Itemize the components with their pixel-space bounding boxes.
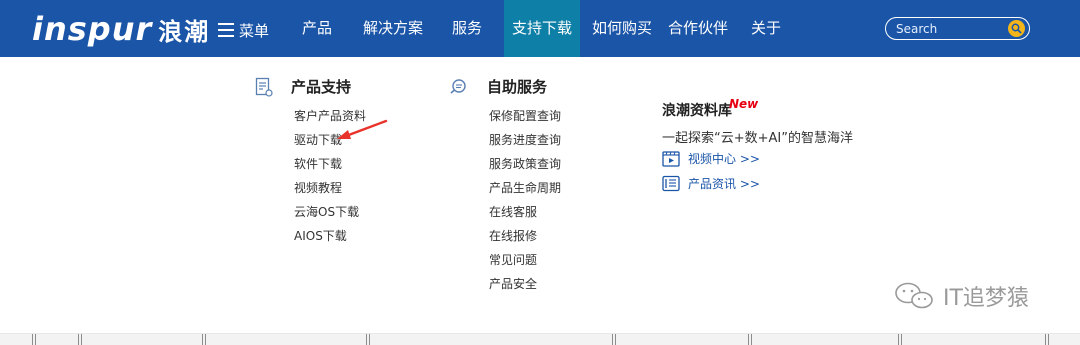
hamburger-icon	[218, 23, 234, 37]
product-news-label: 产品资讯 >>	[688, 177, 760, 191]
video-icon	[662, 151, 680, 167]
link-service-policy[interactable]: 服务政策查询	[489, 152, 561, 176]
nav-item-how-to-buy[interactable]: 如何购买	[584, 0, 660, 57]
library-description: 一起探索“云+数+AI”的智慧海洋	[662, 131, 853, 146]
video-center-link[interactable]: 视频中心 >>	[662, 150, 760, 167]
product-news-link[interactable]: 产品资讯 >>	[662, 175, 760, 192]
bottom-table-strip	[0, 333, 1080, 345]
link-warranty-query[interactable]: 保修配置查询	[489, 104, 561, 128]
nav-item-partners[interactable]: 合作伙伴	[660, 0, 736, 57]
menu-toggle-button[interactable]: 菜单	[218, 18, 269, 42]
link-yunhai-os-download[interactable]: 云海OS下载	[294, 200, 366, 224]
link-online-repair[interactable]: 在线报修	[489, 224, 561, 248]
link-aios-download[interactable]: AIOS下载	[294, 224, 366, 248]
new-badge: New	[729, 97, 759, 111]
link-online-support[interactable]: 在线客服	[489, 200, 561, 224]
menu-label: 菜单	[239, 21, 270, 40]
product-support-header: 产品支持	[255, 76, 351, 97]
self-service-links: 保修配置查询 服务进度查询 服务政策查询 产品生命周期 在线客服 在线报修 常见…	[489, 104, 561, 296]
wechat-icon	[895, 282, 933, 309]
top-navbar: inspur 浪潮 菜单 产品 解决方案 服务 支持下载 如何购买 合作伙伴 关…	[0, 0, 1080, 57]
link-product-lifecycle[interactable]: 产品生命周期	[489, 176, 561, 200]
nav-item-solutions[interactable]: 解决方案	[356, 0, 430, 57]
link-faq[interactable]: 常见问题	[489, 248, 561, 272]
link-product-security[interactable]: 产品安全	[489, 272, 561, 296]
watermark: IT追梦猿	[893, 280, 1029, 312]
search-box	[885, 17, 1030, 40]
annotation-arrow-icon	[337, 119, 388, 139]
nav-item-about[interactable]: 关于	[744, 0, 788, 57]
logo-text-cn: 浪潮	[158, 17, 211, 46]
search-button[interactable]	[1008, 20, 1025, 37]
link-software-download[interactable]: 软件下载	[294, 152, 366, 176]
link-service-progress[interactable]: 服务进度查询	[489, 128, 561, 152]
watermark-text: IT追梦猿	[943, 286, 1029, 311]
inspur-logo[interactable]: inspur 浪潮	[32, 10, 210, 48]
link-video-tutorials[interactable]: 视频教程	[294, 176, 366, 200]
news-icon	[662, 175, 680, 192]
search-icon	[1011, 23, 1022, 34]
self-service-title: 自助服务	[487, 78, 548, 96]
search-input[interactable]	[896, 21, 1006, 36]
video-center-label: 视频中心 >>	[688, 152, 760, 166]
magnifier-icon	[450, 78, 466, 94]
library-title[interactable]: 浪潮资料库	[662, 100, 732, 120]
nav-item-support-download[interactable]: 支持下载	[504, 0, 580, 57]
logo-text-en: inspur	[32, 10, 153, 48]
nav-item-products[interactable]: 产品	[292, 0, 342, 57]
product-support-title: 产品支持	[291, 78, 352, 96]
document-icon	[255, 77, 273, 97]
nav-item-services[interactable]: 服务	[444, 0, 490, 57]
self-service-header: 自助服务	[449, 76, 547, 97]
